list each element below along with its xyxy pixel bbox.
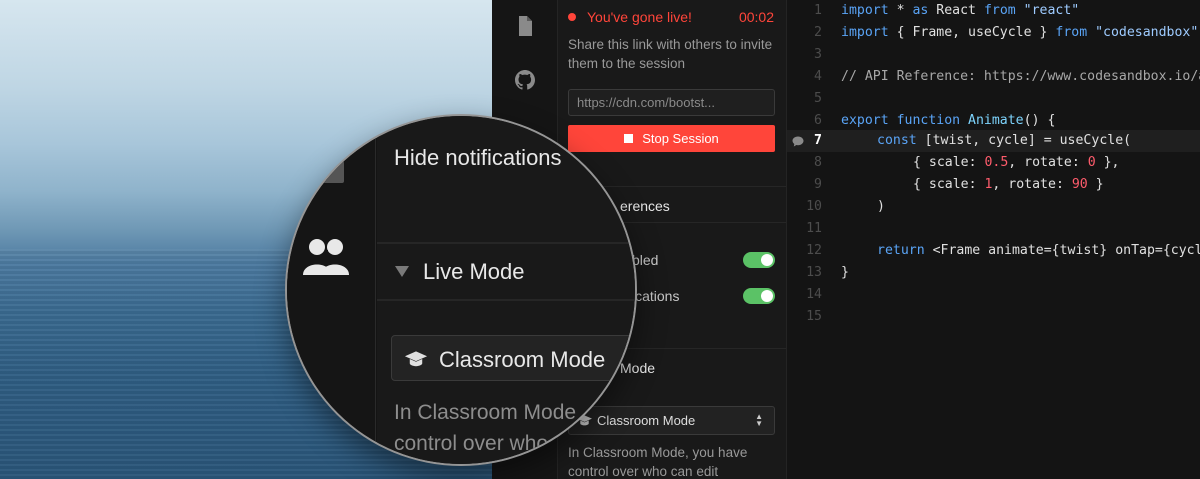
enabled-toggle[interactable] [743, 252, 775, 268]
magnified-activity-bar [287, 116, 376, 464]
line-number: 11 [806, 221, 822, 236]
live-indicator-dot [568, 13, 576, 21]
session-link-input[interactable]: https://cdn.com/bootst... [568, 89, 775, 116]
code-text: // API Reference: https://www.codesandbo… [841, 69, 1200, 84]
description-line: In Classroom Mode [394, 401, 577, 424]
code-text: ) [877, 199, 885, 214]
code-text: const [twist, cycle] = useCycle( [877, 133, 1132, 148]
line-number: 6 [814, 113, 822, 128]
divider [377, 242, 635, 244]
line-number: 14 [806, 287, 822, 302]
code-text: import { Frame, useCycle } from "codesan… [841, 25, 1199, 40]
code-line: 5 [787, 88, 1200, 110]
file-icon [322, 161, 344, 183]
code-text: { scale: 1, rotate: 90 } [913, 177, 1104, 192]
line-number: 15 [806, 309, 822, 324]
graduation-cap-icon [404, 351, 428, 367]
code-line: 2 import { Frame, useCycle } from "codes… [787, 22, 1200, 44]
notifications-toggle[interactable] [743, 288, 775, 304]
live-users-icon[interactable] [303, 237, 349, 277]
code-line: 12 return <Frame animate={twist} onTap={… [787, 240, 1200, 262]
code-line-active: 7 const [twist, cycle] = useCycle( [787, 130, 1200, 152]
magnified-view: Hide notifications Live Mode Classroom M… [287, 116, 635, 464]
code-line: 6 export function Animate() { [787, 110, 1200, 132]
code-line: 14 [787, 284, 1200, 306]
code-line: 13 } [787, 262, 1200, 284]
line-number: 8 [814, 155, 822, 170]
live-timer: 00:02 [738, 9, 774, 25]
collapse-triangle-icon[interactable] [395, 266, 409, 277]
live-mode-title[interactable]: Live Mode [423, 259, 525, 285]
live-status: You've gone live! 00:02 [568, 9, 774, 27]
code-line: 10 ) [787, 196, 1200, 218]
file-icon[interactable] [513, 14, 537, 38]
line-number: 13 [806, 265, 822, 280]
code-text: { scale: 0.5, rotate: 0 }, [913, 155, 1120, 170]
code-text: return <Frame animate={twist} onTap={cyc… [877, 243, 1200, 258]
code-line: 8 { scale: 0.5, rotate: 0 }, [787, 152, 1200, 174]
line-number: 9 [814, 177, 822, 192]
code-line: 9 { scale: 1, rotate: 90 } [787, 174, 1200, 196]
code-line: 15 [787, 306, 1200, 328]
classroom-mode-label: Classroom Mode [439, 347, 606, 372]
code-line: 3 [787, 44, 1200, 66]
toggle-knob [761, 290, 773, 302]
line-number: 2 [814, 25, 822, 40]
code-editor[interactable]: 1 import * as React from "react" 2 impor… [787, 0, 1200, 479]
enabled-label: bled [632, 252, 659, 268]
github-icon[interactable] [513, 68, 537, 92]
magnifier-lens: Hide notifications Live Mode Classroom M… [285, 114, 637, 466]
code-line: 11 [787, 218, 1200, 240]
classroom-mode-button[interactable]: Classroom Mode [391, 335, 635, 381]
description-line: control over who [394, 432, 549, 455]
divider [377, 299, 635, 301]
stop-session-label: Stop Session [642, 131, 719, 146]
line-number: 7 [814, 133, 822, 148]
line-number: 10 [806, 199, 822, 214]
toggle-knob [761, 254, 773, 266]
line-number: 4 [814, 69, 822, 84]
hide-notifications-label[interactable]: Hide notifications [394, 145, 562, 171]
code-line: 4 // API Reference: https://www.codesand… [787, 66, 1200, 88]
line-number: 1 [814, 3, 822, 18]
code-line: 1 import * as React from "react" [787, 0, 1200, 22]
share-instructions: Share this link with others to invite th… [568, 37, 773, 71]
live-status-label: You've gone live! [587, 9, 692, 25]
line-number: 12 [806, 243, 822, 258]
select-arrows-icon: ▲ ▼ [755, 412, 763, 428]
code-text: } [841, 265, 849, 280]
notifications-label: ications [632, 288, 680, 304]
magnified-description: In Classroom Mode control over who [394, 397, 576, 459]
line-number: 3 [814, 47, 822, 62]
code-text: export function Animate() { [841, 113, 1056, 128]
code-text: import * as React from "react" [841, 3, 1080, 18]
line-number: 5 [814, 91, 822, 106]
